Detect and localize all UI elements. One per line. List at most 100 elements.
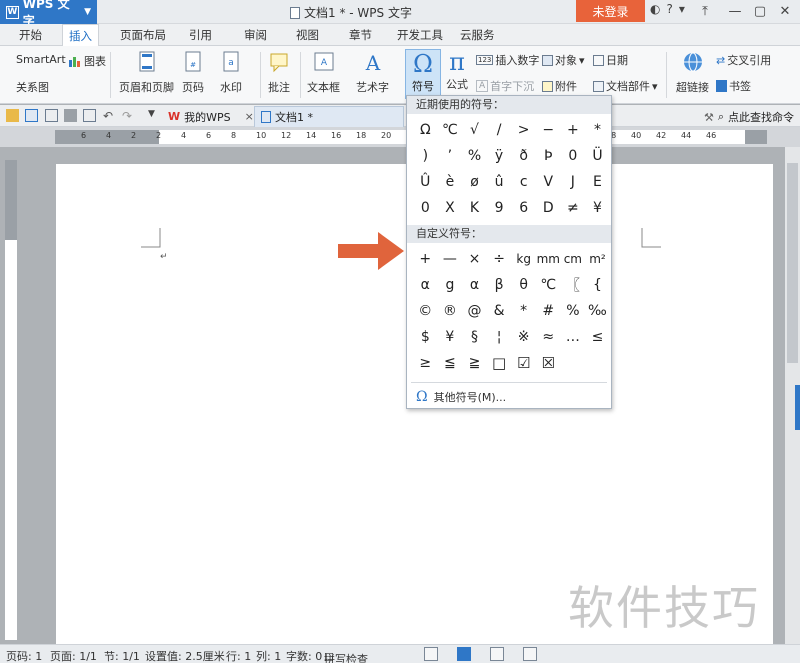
find-command-box[interactable]: ⚒ ⌕ 点此查找命令 — [704, 109, 794, 125]
custom-symbol[interactable]: ≤ — [585, 324, 610, 350]
header-footer-button[interactable]: 页眉和页脚 — [119, 50, 174, 95]
custom-symbol[interactable]: # — [536, 298, 561, 324]
recent-symbol[interactable]: > — [511, 117, 536, 143]
recent-symbol[interactable]: è — [438, 169, 463, 195]
attachment-button[interactable]: 附件 — [542, 78, 577, 94]
custom-symbol[interactable]: ¦ — [487, 324, 512, 350]
recent-symbol[interactable]: + — [561, 117, 586, 143]
custom-symbol[interactable]: ≈ — [536, 324, 561, 350]
custom-symbol[interactable]: ☒ — [536, 350, 561, 376]
custom-symbol[interactable]: ¥ — [438, 324, 463, 350]
relation-chart-button[interactable]: 关系图 — [16, 79, 49, 95]
custom-symbol[interactable]: ® — [438, 298, 463, 324]
recent-symbol[interactable]: √ — [462, 117, 487, 143]
recent-symbol[interactable]: 9 — [487, 195, 512, 221]
status-pages[interactable]: 页面: 1/1 — [50, 648, 97, 663]
more-symbols-item[interactable]: Ω 其他符号(M)... — [407, 383, 611, 411]
custom-symbol[interactable]: mm — [536, 246, 561, 272]
tab-cloud[interactable]: 云服务 — [454, 24, 501, 46]
tab-insert[interactable]: 插入 — [62, 24, 99, 47]
vertical-ruler[interactable] — [5, 160, 17, 640]
tab-chapter[interactable]: 章节 — [343, 24, 378, 46]
recent-symbol[interactable]: V — [536, 169, 561, 195]
custom-symbol[interactable]: × — [462, 246, 487, 272]
login-button[interactable]: 未登录 — [576, 0, 645, 22]
hyperlink-button[interactable]: 超链接 — [676, 50, 709, 95]
date-button[interactable]: 日期 — [593, 52, 628, 68]
textbox-button[interactable]: A 文本框 — [307, 50, 340, 95]
recent-symbol[interactable]: X — [438, 195, 463, 221]
recent-symbol[interactable]: û — [487, 169, 512, 195]
tab-start[interactable]: 开始 — [13, 24, 48, 46]
custom-symbol[interactable]: 〖 — [561, 272, 586, 298]
redo-icon[interactable]: ↷ — [122, 109, 135, 123]
smartart-button[interactable]: SmartArt — [16, 53, 66, 66]
custom-symbol[interactable]: © — [413, 298, 438, 324]
recent-symbol[interactable]: ø — [462, 169, 487, 195]
skin-icon[interactable]: ◐ — [650, 2, 660, 16]
save-icon[interactable] — [25, 109, 38, 122]
tab-view[interactable]: 视图 — [290, 24, 325, 46]
custom-symbol[interactable]: — — [438, 246, 463, 272]
recent-symbol[interactable]: ) — [413, 143, 438, 169]
custom-symbol[interactable]: m² — [585, 246, 610, 272]
chevron-down-icon[interactable]: ▼ — [148, 109, 161, 122]
recent-symbol[interactable]: ℃ — [438, 117, 463, 143]
recent-symbol[interactable]: E — [585, 169, 610, 195]
custom-symbol[interactable]: + — [413, 246, 438, 272]
full-screen-view-icon[interactable] — [490, 647, 504, 661]
export-pdf-icon[interactable] — [45, 109, 58, 122]
comment-button[interactable]: 批注 — [268, 50, 290, 95]
custom-symbol[interactable]: β — [487, 272, 512, 298]
custom-symbol[interactable]: § — [462, 324, 487, 350]
bookmark-button[interactable]: 书签 — [716, 78, 751, 94]
recent-symbol[interactable]: 6 — [511, 195, 536, 221]
custom-symbol[interactable]: kg — [511, 246, 536, 272]
recent-symbol[interactable]: ð — [511, 143, 536, 169]
recent-symbol[interactable]: * — [585, 117, 610, 143]
custom-symbol[interactable]: ÷ — [487, 246, 512, 272]
page-number-button[interactable]: # 页码 — [182, 50, 204, 95]
doc-parts-button[interactable]: 文档部件 ▾ — [593, 78, 658, 94]
collapse-ribbon-icon[interactable]: ⤒ — [690, 0, 720, 22]
status-setting[interactable]: 设置值: 2.5厘米 — [145, 648, 225, 663]
recent-symbol[interactable]: − — [536, 117, 561, 143]
recent-symbol[interactable]: Ü — [585, 143, 610, 169]
recent-symbol[interactable]: J — [561, 169, 586, 195]
chart-button[interactable]: 图表 — [68, 53, 106, 69]
custom-symbol[interactable]: cm — [561, 246, 586, 272]
custom-symbol[interactable]: @ — [462, 298, 487, 324]
custom-symbol[interactable]: … — [561, 324, 586, 350]
tab-references[interactable]: 引用 — [183, 24, 218, 46]
custom-symbol[interactable]: α — [413, 272, 438, 298]
close-icon[interactable]: × — [245, 110, 254, 123]
custom-symbol[interactable]: α — [462, 272, 487, 298]
custom-symbol[interactable]: & — [487, 298, 512, 324]
tab-document[interactable]: 文档1 * — [254, 106, 404, 127]
recent-symbol[interactable]: ≠ — [561, 195, 586, 221]
focus-mode-icon[interactable] — [424, 647, 438, 661]
custom-symbol[interactable]: θ — [511, 272, 536, 298]
custom-symbol[interactable]: ≥ — [413, 350, 438, 376]
recent-symbol[interactable]: Þ — [536, 143, 561, 169]
print-icon[interactable] — [64, 109, 77, 122]
close-icon[interactable]: ✕ — [770, 0, 800, 22]
custom-symbol[interactable]: ≦ — [438, 350, 463, 376]
recent-symbol[interactable]: Ω — [413, 117, 438, 143]
tab-developer[interactable]: 开发工具 — [391, 24, 449, 46]
recent-symbol[interactable]: % — [462, 143, 487, 169]
recent-symbol[interactable]: 0 — [413, 195, 438, 221]
status-page-number[interactable]: 页码: 1 — [6, 648, 42, 663]
recent-symbol[interactable]: / — [487, 117, 512, 143]
custom-symbol[interactable]: ☑ — [511, 350, 536, 376]
custom-symbol[interactable]: $ — [413, 324, 438, 350]
recent-symbol[interactable]: Û — [413, 169, 438, 195]
wordart-button[interactable]: A 艺术字 — [356, 50, 389, 95]
cross-reference-button[interactable]: ⇄ 交叉引用 — [716, 52, 771, 68]
app-menu-button[interactable]: W WPS 文字 ▼ — [0, 0, 97, 28]
custom-symbol[interactable]: % — [561, 298, 586, 324]
recent-symbol[interactable]: ¥ — [585, 195, 610, 221]
watermark-button[interactable]: a 水印 — [220, 50, 242, 95]
page-view-icon[interactable] — [457, 647, 471, 661]
web-view-icon[interactable] — [523, 647, 537, 661]
